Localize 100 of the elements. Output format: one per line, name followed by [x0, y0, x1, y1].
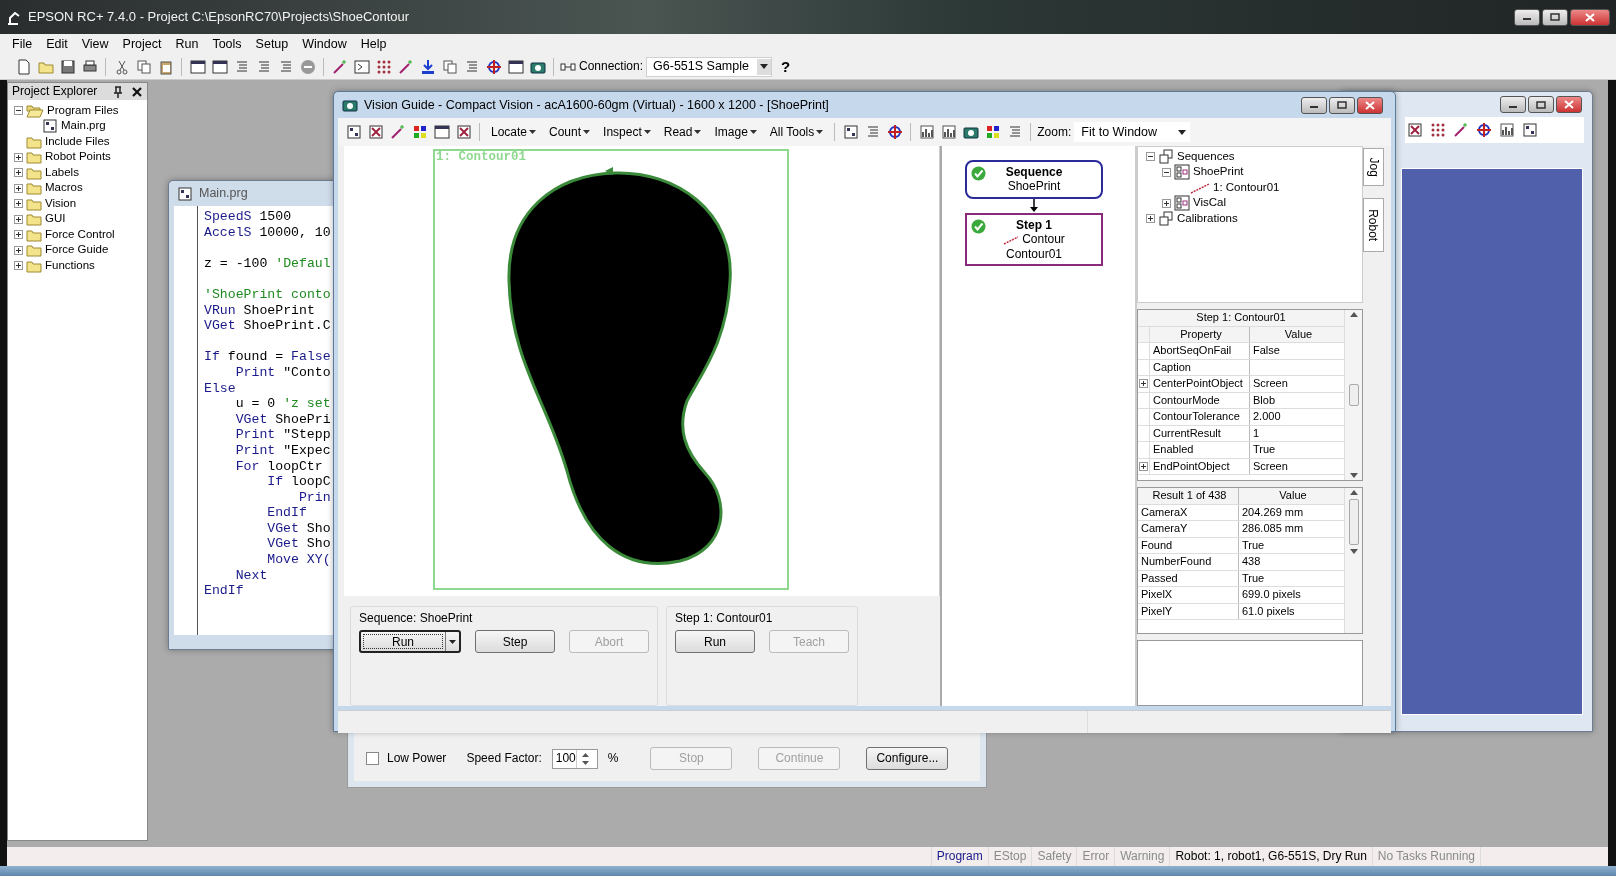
dropdown-menu-button[interactable]: Count	[544, 124, 596, 140]
dropdown-menu-button[interactable]: Locate	[486, 124, 542, 140]
tree-item[interactable]: Force Control	[45, 227, 115, 242]
dropdown-menu-button[interactable]: Inspect	[598, 124, 656, 140]
low-power-checkbox[interactable]: Low Power	[366, 751, 447, 766]
up-arrow-icon[interactable]	[1349, 490, 1358, 495]
tree-item[interactable]: ShoePrint	[1193, 165, 1244, 180]
tree-item[interactable]: VisCal	[1193, 196, 1227, 211]
dropdown-menu-button[interactable]: Read	[658, 124, 707, 140]
expand-toggle[interactable]	[14, 168, 23, 178]
collapse-toggle[interactable]	[1146, 152, 1155, 162]
caret-icon	[643, 130, 651, 134]
tree-item[interactable]: Robot Points	[45, 150, 111, 165]
scrollbar[interactable]	[1344, 488, 1362, 633]
menu-item[interactable]: Run	[169, 36, 205, 52]
grid-icon[interactable]	[841, 122, 861, 142]
table-cell-text: Screen	[1252, 458, 1289, 474]
tree-item[interactable]: Force Guide	[45, 243, 109, 258]
side-tab[interactable]: Jog	[1363, 148, 1384, 186]
tree-item[interactable]: Sequences	[1177, 149, 1235, 164]
sequence-node[interactable]: Sequence ShoePrint	[965, 160, 1103, 199]
expand-toggle[interactable]	[14, 183, 23, 193]
dropdown-menu-button[interactable]: All Tools	[764, 124, 829, 140]
chart-icon[interactable]	[939, 122, 959, 142]
down-arrow-icon[interactable]	[1349, 473, 1358, 478]
menu-item[interactable]: Tools	[206, 36, 248, 52]
expand-toggle[interactable]	[14, 152, 23, 162]
tree-item[interactable]: Labels	[45, 165, 79, 180]
menu-item[interactable]: Window	[296, 36, 353, 52]
minimize-button[interactable]	[1500, 96, 1526, 113]
panel-button[interactable]: Configure...	[866, 747, 949, 770]
step-node[interactable]: Step 1 Contour Contour01	[965, 212, 1103, 266]
menu-item[interactable]: View	[75, 36, 115, 52]
grid-icon[interactable]	[1520, 120, 1539, 140]
expand-toggle[interactable]	[1139, 379, 1148, 389]
chart-icon[interactable]	[917, 122, 937, 142]
minimize-button[interactable]	[1301, 96, 1327, 114]
maximize-button[interactable]	[1528, 96, 1554, 113]
collapse-toggle[interactable]	[14, 106, 23, 116]
table-cell: Passed	[1138, 570, 1239, 586]
window-icon[interactable]	[432, 122, 451, 142]
tree-item[interactable]: Include Files	[45, 134, 110, 149]
panel-title: Project Explorer	[12, 84, 98, 99]
menu-item[interactable]: Project	[116, 36, 168, 52]
chart-icon[interactable]	[1497, 120, 1516, 140]
expand-toggle[interactable]	[1139, 461, 1148, 471]
tree-item[interactable]: Main.prg	[61, 119, 106, 134]
menu-item[interactable]: Edit	[40, 36, 74, 52]
expand-toggle[interactable]	[1162, 198, 1171, 208]
collapse-toggle[interactable]	[1162, 167, 1171, 177]
connection-dropdown[interactable]: G6-551S Sample	[646, 56, 772, 77]
close-icon[interactable]	[131, 85, 143, 98]
expand-toggle[interactable]	[1146, 214, 1155, 224]
tree-item[interactable]: Vision	[45, 196, 77, 211]
crosshair-icon[interactable]	[885, 122, 905, 142]
menu-item[interactable]: Setup	[249, 36, 295, 52]
close-box-icon[interactable]	[366, 122, 385, 142]
expand-toggle[interactable]	[14, 214, 23, 224]
minimize-button[interactable]	[1514, 8, 1540, 26]
grid-icon[interactable]	[344, 122, 363, 142]
close-box-icon[interactable]	[1405, 120, 1424, 140]
tree-item[interactable]: Functions	[45, 258, 95, 273]
column-header: Value	[1278, 488, 1308, 504]
split-button[interactable]: Run	[359, 630, 461, 654]
zoom-dropdown[interactable]: Fit to Window	[1074, 122, 1191, 142]
close-button[interactable]	[1556, 96, 1582, 113]
expand-toggle[interactable]	[14, 245, 23, 255]
tree-item[interactable]: Program Files	[47, 103, 119, 118]
down-arrow-icon[interactable]	[1349, 549, 1358, 554]
tree-item[interactable]: Macros	[45, 181, 83, 196]
menu-item[interactable]: File	[6, 36, 39, 52]
close-box-icon[interactable]	[454, 122, 473, 142]
tree-item[interactable]: 1: Contour01	[1213, 180, 1280, 195]
scrollbar-thumb[interactable]	[1348, 499, 1359, 545]
code-line: EndIf	[204, 583, 244, 599]
menu-item[interactable]: Help	[354, 36, 393, 52]
maximize-button[interactable]	[1329, 96, 1355, 114]
dropdown-menu-button[interactable]: Image	[709, 124, 762, 140]
side-tab[interactable]: Robot	[1363, 198, 1384, 252]
help-button[interactable]: ?	[774, 57, 797, 76]
speed-factor-spinner[interactable]: 100	[551, 748, 598, 769]
tree-item[interactable]: Calibrations	[1177, 211, 1238, 226]
close-button[interactable]	[1570, 8, 1610, 26]
table-cell-text: 438	[1241, 554, 1262, 570]
expand-toggle[interactable]	[14, 199, 23, 209]
up-arrow-icon[interactable]	[1349, 312, 1358, 317]
close-button[interactable]	[1357, 96, 1383, 114]
expand-toggle[interactable]	[14, 261, 23, 271]
maximize-button[interactable]	[1542, 8, 1568, 26]
tree-item[interactable]: GUI	[45, 212, 66, 227]
node-text: Contour01	[1004, 246, 1063, 261]
crosshair-icon[interactable]	[1474, 120, 1493, 140]
table-cell-text: 2.000	[1252, 409, 1282, 425]
node-text: ShoePrint	[1006, 179, 1062, 194]
expand-toggle[interactable]	[14, 230, 23, 240]
scrollbar-thumb[interactable]	[1348, 384, 1359, 406]
scrollbar[interactable]	[1344, 310, 1362, 480]
action-button[interactable]: Step	[475, 630, 555, 654]
pin-icon[interactable]	[113, 85, 123, 98]
action-button[interactable]: Run	[675, 630, 755, 654]
